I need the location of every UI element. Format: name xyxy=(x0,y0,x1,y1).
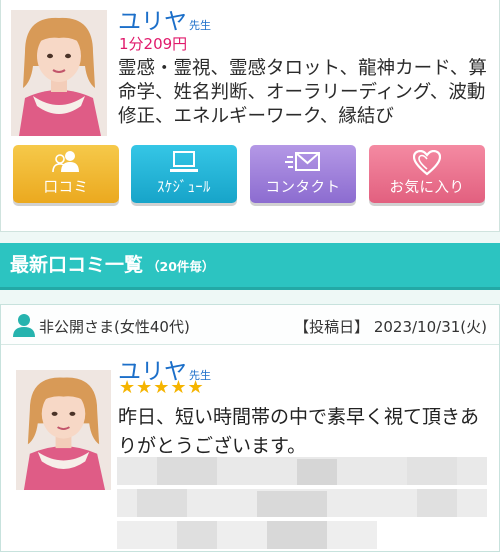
review-button[interactable]: 口コミ xyxy=(13,145,119,203)
post-date: 【投稿日】 2023/10/31(火) xyxy=(294,318,487,336)
review-card: 非公開さま(女性40代) 【投稿日】 2023/10/31(火) ユリヤ 先生 ★… xyxy=(0,304,500,552)
review-button-label: 口コミ xyxy=(43,180,89,196)
mail-icon xyxy=(250,150,356,174)
reader-honorific: 先生 xyxy=(189,19,211,32)
schedule-button[interactable]: ｽｹｼﾞｭｰﾙ xyxy=(131,145,237,203)
reader-name-line[interactable]: ユリヤ 先生 xyxy=(118,2,211,36)
reader-portrait-image xyxy=(16,370,111,490)
reader-photo[interactable] xyxy=(11,10,107,136)
reader-portrait-image xyxy=(11,10,107,136)
schedule-button-label: ｽｹｼﾞｭｰﾙ xyxy=(157,180,211,196)
review-reader-photo[interactable] xyxy=(16,370,111,490)
review-header: 非公開さま(女性40代) 【投稿日】 2023/10/31(火) xyxy=(1,305,499,345)
blurred-review-text xyxy=(117,457,487,549)
contact-button[interactable]: コンタクト xyxy=(250,145,356,203)
favorite-button[interactable]: お気に入り xyxy=(369,145,485,203)
rating-stars: ★★★★★ xyxy=(119,377,205,398)
reader-profile-card: ユリヤ 先生 1分209円 霊感・霊視、霊感タロット、龍神カード、算命学、姓名判断… xyxy=(0,0,500,232)
reader-price: 1分209円 xyxy=(119,35,188,53)
monitor-icon xyxy=(131,150,237,174)
reviews-section-subtitle: （20件毎） xyxy=(147,259,215,274)
contact-button-label: コンタクト xyxy=(265,180,341,196)
reader-genres: 霊感・霊視、霊感タロット、龍神カード、算命学、姓名判断、オーラリーディング、波動… xyxy=(118,58,487,127)
reader-name[interactable]: ユリヤ xyxy=(118,9,187,35)
reviews-section-title: 最新口コミ一覧 xyxy=(10,254,144,276)
heart-icon xyxy=(369,150,485,176)
review-text: 昨日、短い時間帯の中で素早く視て頂きありがとうございます。 xyxy=(118,406,480,457)
user-icon xyxy=(13,314,35,337)
reviewer-name: 非公開さま(女性40代) xyxy=(39,318,190,336)
people-icon xyxy=(13,150,119,174)
reviews-section-header: 最新口コミ一覧 （20件毎） xyxy=(0,243,500,290)
favorite-button-label: お気に入り xyxy=(389,180,465,196)
